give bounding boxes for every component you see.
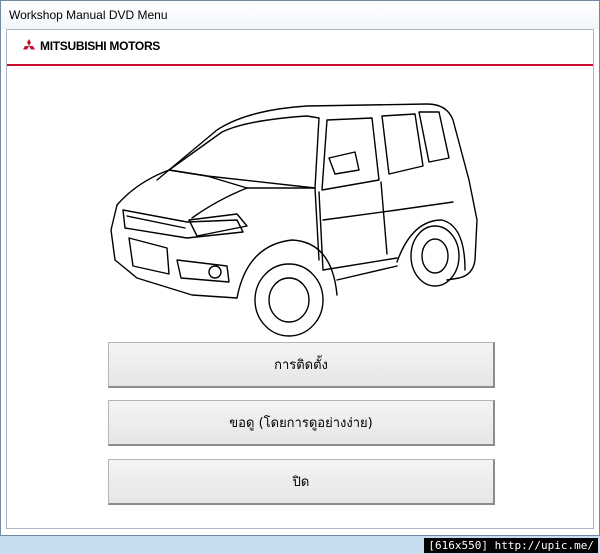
van-illustration <box>110 103 478 337</box>
watermark-text: [616x550] http://upic.me/ <box>424 538 598 553</box>
install-button-label: การติดตั้ง <box>274 358 328 373</box>
client-area: MITSUBISHI MOTORS การติดตั้ง ขอดู (โดยกา… <box>6 29 594 529</box>
mitsubishi-logo-icon <box>23 39 35 50</box>
brand-name: MITSUBISHI MOTORS <box>40 39 161 53</box>
view-button[interactable]: ขอดู (โดยการดูอย่างง่าย) <box>108 400 495 446</box>
app-window: Workshop Manual DVD Menu MITSUBISHI MOTO… <box>0 0 600 536</box>
install-button[interactable]: การติดตั้ง <box>108 342 495 388</box>
view-button-label: ขอดู (โดยการดูอย่างง่าย) <box>229 416 373 431</box>
brand-header: MITSUBISHI MOTORS <box>7 30 593 66</box>
close-button[interactable]: ปิด <box>108 459 495 505</box>
title-bar[interactable]: Workshop Manual DVD Menu <box>1 1 599 29</box>
window-title: Workshop Manual DVD Menu <box>9 8 168 22</box>
close-button-label: ปิด <box>292 475 310 490</box>
